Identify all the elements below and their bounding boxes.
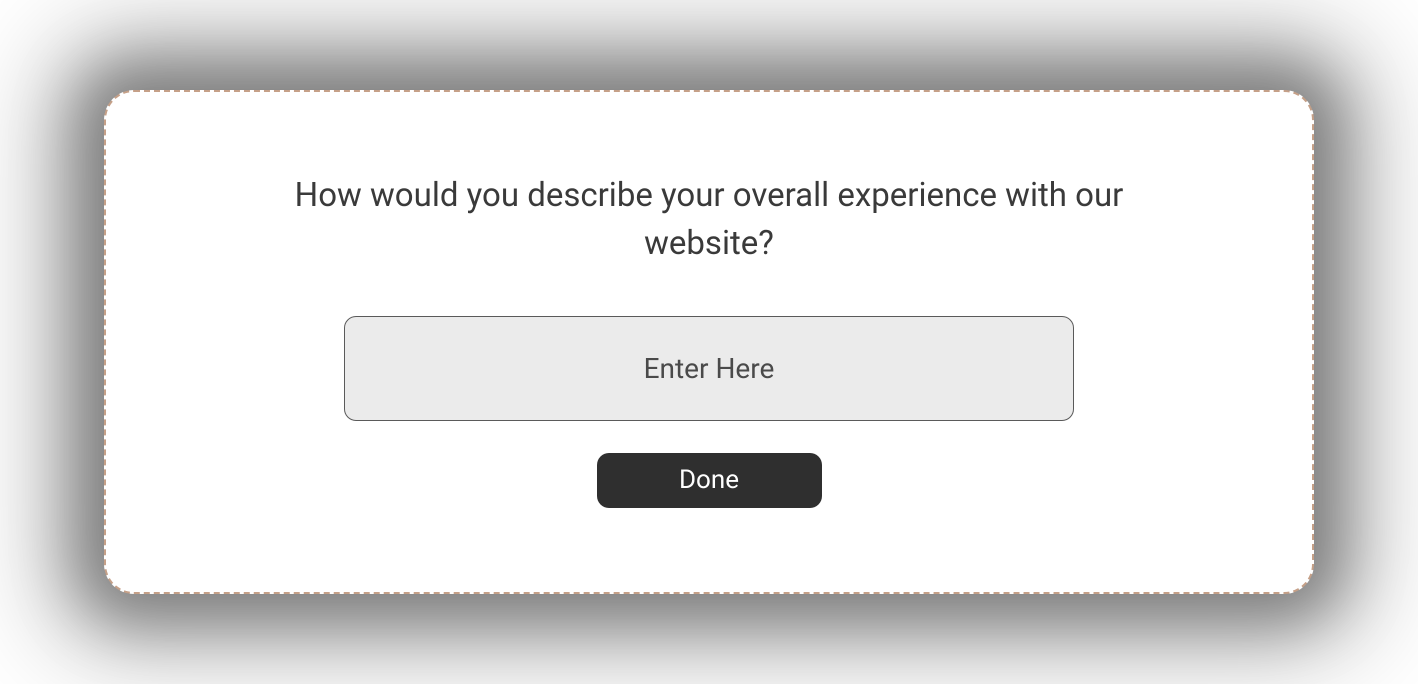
survey-card: How would you describe your overall expe… bbox=[104, 90, 1314, 594]
done-button[interactable]: Done bbox=[597, 453, 822, 508]
survey-question: How would you describe your overall expe… bbox=[249, 172, 1169, 268]
answer-input[interactable] bbox=[344, 316, 1074, 421]
